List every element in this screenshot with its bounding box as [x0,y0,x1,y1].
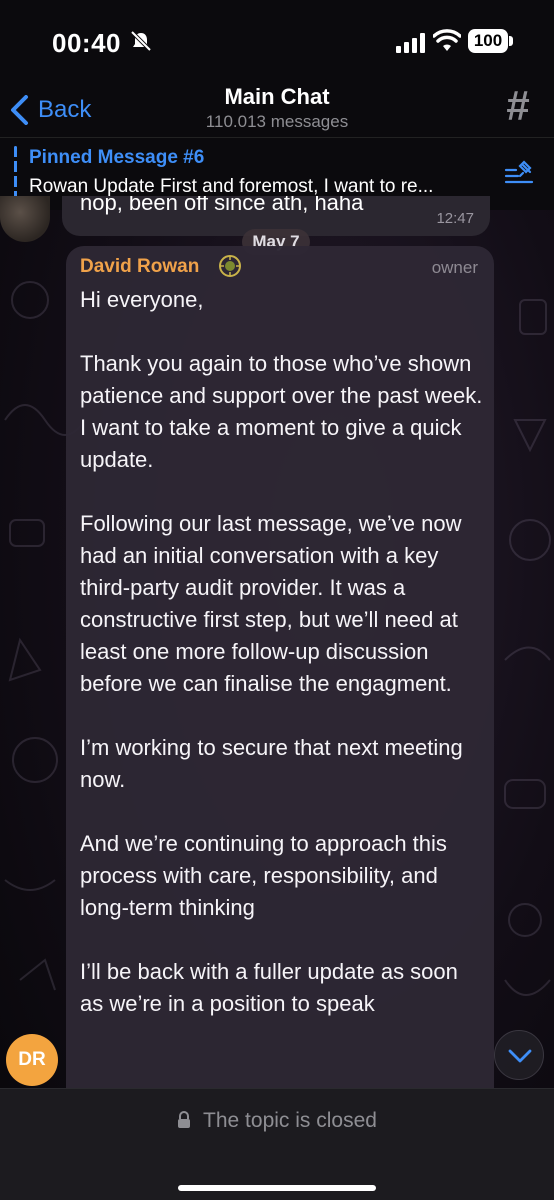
message-count: 110.013 messages [205,112,349,131]
message-body: Hi everyone, Thank you again to those wh… [80,284,484,1052]
badge-icon [219,255,241,277]
message-bubble[interactable]: David Rowan owner Hi everyone, Thank you… [66,246,494,1106]
sender-name[interactable]: David Rowan [80,256,199,278]
chat-header: Back Main Chat 110.013 messages # [0,82,554,138]
topic-closed-notice: The topic is closed [0,1109,554,1133]
hashtag-icon[interactable]: # [500,84,536,128]
message-paragraph: Hi everyone, [80,287,204,312]
message-text: nop, been off since ath, haha [80,196,364,215]
pinned-text: Rowan Update First and foremost, I want … [29,176,434,197]
message-paragraph: And we’re continuing to approach this pr… [80,831,447,920]
member-role: owner [431,258,478,277]
home-indicator[interactable] [178,1185,376,1191]
signal-icon [396,33,425,53]
pinned-indicator [14,146,17,198]
chevron-down-icon [508,1049,532,1063]
message-paragraph: I’ll be back with a fuller update as soo… [80,959,458,1016]
clock: 00:40 [52,28,121,58]
lock-icon [178,1111,191,1128]
pin-list-icon[interactable] [504,160,534,188]
status-bar: 00:40 100 [0,0,554,82]
bell-muted-icon [130,30,152,52]
battery-icon: 100 [468,29,508,53]
scroll-down-button[interactable] [494,1030,544,1080]
battery-tip [509,36,513,46]
topic-closed-text: The topic is closed [203,1109,377,1132]
wifi-icon [433,29,461,51]
chat-title[interactable]: Main Chat [0,84,554,110]
message-paragraph: I’m working to secure that next meeting … [80,735,463,792]
pinned-title: Pinned Message #6 [29,147,205,168]
message-paragraph: Following our last message, we’ve now ha… [80,511,462,696]
message-time: 12:47 [436,210,474,227]
message-paragraph: Thank you again to those who’ve shown pa… [80,351,483,472]
topic-closed-bar: The topic is closed [0,1088,554,1200]
chat-screen: 00:40 100 Back Main Chat 110.013 message… [0,0,554,1200]
avatar[interactable]: DR [6,1034,58,1086]
